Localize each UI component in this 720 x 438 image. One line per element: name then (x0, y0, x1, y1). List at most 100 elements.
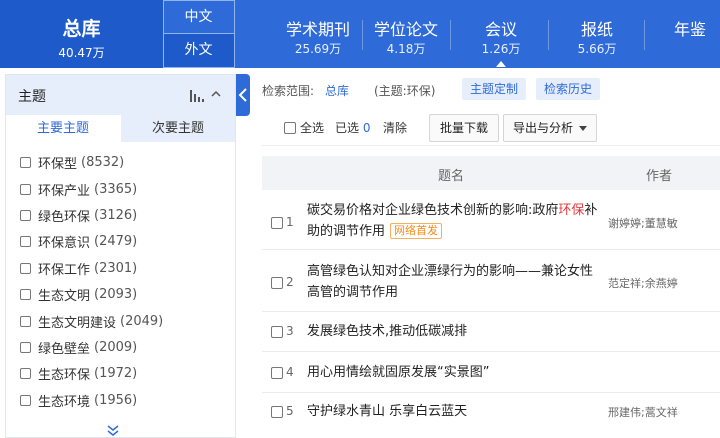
facet-item[interactable]: 生态环保 (1972) (20, 364, 137, 383)
db-tab-newspapers[interactable]: 报纸 5.66万 (550, 0, 644, 68)
db-tab-label: 年鉴 (674, 20, 707, 39)
db-tab-total[interactable]: 总库 40.47万 (0, 0, 163, 68)
db-tab-label: 会议 (484, 20, 517, 39)
db-tab-conferences[interactable]: 会议 1.26万 (452, 0, 550, 68)
row-checkbox[interactable] (271, 367, 283, 379)
facet-item[interactable]: 生态文明 (2093) (20, 285, 137, 304)
facet-item[interactable]: 生态环境 (1956) (20, 391, 138, 410)
result-title-link[interactable]: 守护绿水青山 乐享白云蓝天 (307, 401, 602, 422)
db-tab-label: 学位论文 (373, 20, 438, 39)
facet-count: (3126) (94, 207, 138, 223)
double-chevron-down-icon[interactable] (106, 423, 120, 437)
search-query: (主题:环保) (374, 84, 436, 98)
author-links[interactable]: 邢建伟;蒿文祥 (608, 404, 678, 420)
row-checkbox[interactable] (271, 406, 283, 418)
clear-button[interactable]: 清除 (383, 119, 407, 136)
facet-item[interactable]: 生态文明建设 (2049) (20, 312, 164, 331)
result-title-link[interactable]: 碳交易价格对企业绿色技术创新的影响:政府环保补助的调节作用 网络首发 (307, 200, 602, 242)
checkbox[interactable] (20, 262, 31, 274)
facet-label: 生态环保 (38, 367, 91, 383)
online-first-badge: 网络首发 (390, 223, 443, 239)
facet-item[interactable]: 环保型 (8532) (20, 153, 124, 172)
facet-item[interactable]: 绿色壁垒 (2009) (20, 338, 138, 357)
row-checkbox[interactable] (271, 277, 283, 289)
db-tab-journals[interactable]: 学术期刊 25.69万 (268, 0, 368, 68)
batch-download-button[interactable]: 批量下载 (429, 114, 499, 142)
row-index: 4 (286, 365, 294, 379)
facet-label: 环保工作 (38, 262, 91, 278)
lang-tab-chinese[interactable]: 中文 (163, 0, 235, 34)
results-table-header: 题名 作者 (262, 156, 720, 190)
export-label: 导出与分析 (512, 121, 573, 135)
db-tab-count: 1.26万 (481, 42, 521, 56)
row-checkbox[interactable] (271, 326, 283, 338)
lang-tab-foreign[interactable]: 外文 (163, 34, 235, 68)
active-tab-indicator (496, 61, 506, 67)
facet-count: (2049) (120, 313, 164, 329)
sidebar-collapse-button[interactable] (236, 74, 250, 116)
chevron-left-icon (238, 88, 247, 102)
select-all-label[interactable]: 全选 (300, 119, 324, 136)
row-index: 5 (286, 404, 294, 418)
facet-count: (2479) (94, 233, 138, 249)
tab-primary-topic[interactable]: 主要主题 (6, 115, 120, 142)
result-toolbar: 全选 已选 0 清除 批量下载 导出与分析 (262, 110, 720, 146)
title-text: 发展绿色技术,推动低碳减排 (307, 324, 468, 339)
selected-count: 已选 0 (335, 119, 370, 136)
select-all-checkbox[interactable] (284, 122, 296, 134)
facet-label: 绿色环保 (38, 209, 91, 225)
facet-item[interactable]: 环保工作 (2301) (20, 259, 137, 278)
export-analyze-button[interactable]: 导出与分析 (503, 114, 597, 142)
facet-label: 环保意识 (38, 235, 91, 251)
result-title-link[interactable]: 用心用情绘就固原发展“实景图” (307, 362, 602, 383)
chevron-up-icon[interactable] (211, 89, 221, 99)
checkbox[interactable] (20, 183, 31, 195)
facet-item[interactable]: 绿色环保 (3126) (20, 206, 138, 225)
checkbox[interactable] (20, 209, 31, 221)
checkbox[interactable] (20, 315, 31, 327)
checkbox[interactable] (20, 235, 31, 247)
facet-header: 主题 (6, 75, 235, 115)
title-text: 碳交易价格对企业绿色技术创新的影响:政府 (307, 203, 559, 218)
bar-chart-icon[interactable] (190, 90, 204, 102)
row-index: 2 (286, 275, 294, 289)
title-highlight: 环保 (558, 203, 585, 218)
facet-label: 环保型 (38, 156, 78, 172)
facet-label: 生态文明 (38, 288, 91, 304)
result-title-link[interactable]: 发展绿色技术,推动低碳减排 (307, 321, 602, 342)
database-tab-bar: 总库 40.47万 中文 外文 学术期刊 25.69万 学位论文 4.18万 会… (0, 0, 720, 68)
facet-count: (2009) (94, 339, 138, 355)
facet-count: (3365) (94, 181, 138, 197)
title-text: 高管绿色认知对企业漂绿行为的影响——兼论女性高管的调节作用 (307, 264, 594, 300)
row-index: 3 (286, 324, 294, 338)
result-title-link[interactable]: 高管绿色认知对企业漂绿行为的影响——兼论女性高管的调节作用 (307, 261, 602, 303)
checkbox[interactable] (20, 394, 31, 406)
db-tab-count: 25.69万 (294, 42, 342, 56)
checkbox[interactable] (20, 288, 31, 300)
facet-count: (1956) (94, 392, 138, 408)
checkbox[interactable] (20, 367, 31, 379)
tab-secondary-topic[interactable]: 次要主题 (121, 115, 235, 142)
search-scope-value[interactable]: 总库 (325, 82, 349, 99)
author-links[interactable]: 谢婷婷;董慧敏 (608, 215, 678, 231)
checkbox[interactable] (20, 156, 31, 168)
facet-sidebar: 主题 主要主题 次要主题 环保型 (8532) 环保产业 (3365) 绿色环保 (3… (5, 74, 236, 438)
db-tab-count: 4.18万 (386, 42, 426, 56)
topic-custom-button[interactable]: 主题定制 (462, 78, 527, 100)
table-row: 4 用心用情绘就固原发展“实景图” (262, 352, 720, 393)
facet-item[interactable]: 环保产业 (3365) (20, 180, 138, 199)
db-tab-yearbooks[interactable]: 年鉴 (660, 0, 720, 68)
author-links[interactable]: 范定祥;余燕婷 (608, 275, 678, 291)
checkbox[interactable] (20, 341, 31, 353)
divider (644, 20, 645, 50)
column-header-title[interactable]: 题名 (438, 165, 464, 184)
db-tab-label: 学术期刊 (285, 20, 350, 39)
table-row: 5 守护绿水青山 乐享白云蓝天 邢建伟;蒿文祥 (262, 393, 720, 438)
db-tab-label: 报纸 (580, 20, 613, 39)
table-row: 3 发展绿色技术,推动低碳减排 (262, 312, 720, 352)
facet-item[interactable]: 环保意识 (2479) (20, 232, 138, 251)
db-tab-dissertations[interactable]: 学位论文 4.18万 (360, 0, 452, 68)
search-history-button[interactable]: 检索历史 (536, 78, 601, 100)
column-header-author[interactable]: 作者 (646, 165, 672, 184)
row-checkbox[interactable] (271, 217, 283, 229)
